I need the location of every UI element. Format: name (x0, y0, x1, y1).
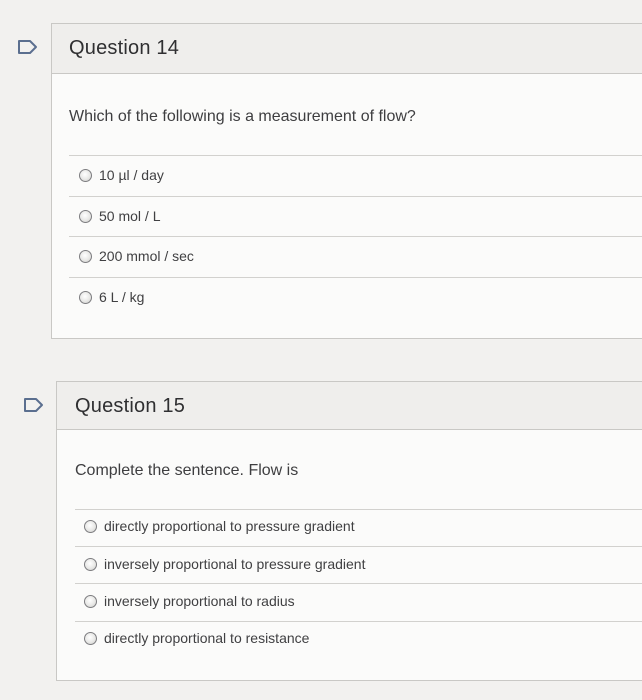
option-divider (69, 196, 642, 197)
option-divider (69, 155, 642, 156)
question-title: Question 14 (69, 37, 180, 59)
answer-option[interactable]: directly proportional to resistance (84, 627, 309, 649)
answer-option-label: inversely proportional to pressure gradi… (104, 556, 366, 572)
option-divider (69, 236, 642, 237)
question-card-15: Question 15 Complete the sentence. Flow … (56, 381, 642, 681)
answer-option[interactable]: 50 mol / L (79, 205, 160, 227)
radio-button[interactable] (84, 519, 97, 533)
option-divider (69, 277, 642, 278)
answer-option[interactable]: directly proportional to pressure gradie… (84, 515, 355, 537)
option-divider (75, 546, 642, 547)
flag-icon[interactable] (17, 39, 39, 55)
answer-option[interactable]: 10 µl / day (79, 164, 164, 186)
radio-button[interactable] (79, 168, 92, 182)
answer-option-label: directly proportional to pressure gradie… (104, 518, 355, 534)
option-divider (75, 621, 642, 622)
question-title: Question 15 (75, 395, 186, 417)
answer-option-label: directly proportional to resistance (104, 630, 310, 646)
option-divider (75, 509, 642, 510)
radio-button[interactable] (84, 631, 97, 645)
answer-option[interactable]: inversely proportional to pressure gradi… (84, 553, 365, 575)
question-header: Question 15 (57, 382, 642, 430)
radio-button[interactable] (79, 290, 92, 304)
radio-button[interactable] (84, 557, 97, 571)
question-prompt: Which of the following is a measurement … (69, 108, 416, 125)
answer-option-label: 50 mol / L (99, 208, 161, 224)
option-divider (75, 583, 642, 584)
radio-button[interactable] (79, 249, 92, 263)
question-card-14: Question 14 Which of the following is a … (51, 23, 642, 339)
flag-icon[interactable] (23, 397, 45, 413)
answer-option[interactable]: 200 mmol / sec (79, 245, 194, 267)
question-header: Question 14 (52, 24, 642, 74)
answer-option[interactable]: 6 L / kg (79, 286, 144, 308)
question-prompt: Complete the sentence. Flow is (75, 462, 299, 479)
answer-option-label: inversely proportional to radius (104, 593, 295, 609)
answer-option[interactable]: inversely proportional to radius (84, 590, 295, 612)
radio-button[interactable] (84, 594, 97, 608)
radio-button[interactable] (79, 209, 92, 223)
answer-option-label: 10 µl / day (99, 167, 164, 183)
answer-option-label: 200 mmol / sec (99, 248, 194, 264)
answer-option-label: 6 L / kg (99, 289, 145, 305)
